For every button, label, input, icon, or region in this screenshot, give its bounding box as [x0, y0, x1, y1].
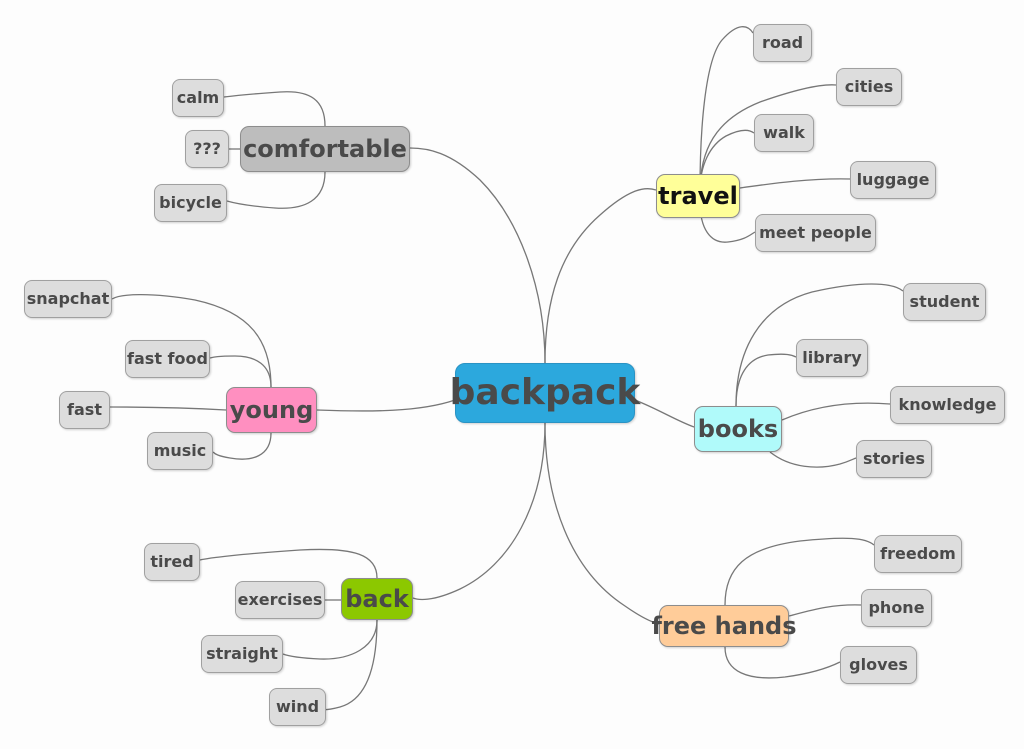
node-label: library — [802, 348, 862, 367]
leaf-node-wind[interactable]: wind — [269, 688, 326, 726]
edge-free-hands-to-phone — [788, 604, 862, 617]
edge-comfortable-to-bicycle — [226, 171, 326, 209]
node-label: back — [345, 585, 409, 613]
edge-root-bottom-to-free-hands — [544, 422, 660, 625]
node-label: wind — [275, 697, 320, 716]
node-label: bicycle — [159, 193, 222, 212]
leaf-node-stories[interactable]: stories — [856, 440, 932, 478]
node-label: meet people — [759, 223, 872, 242]
node-label: comfortable — [243, 135, 407, 163]
node-label: fast — [67, 400, 102, 419]
node-label: freedom — [880, 544, 956, 563]
node-label: stories — [863, 449, 925, 468]
node-label: gloves — [849, 655, 908, 674]
edge-root-top-to-travel — [544, 188, 657, 364]
branch-node-travel[interactable]: travel — [656, 174, 740, 218]
leaf-node-walk[interactable]: walk — [754, 114, 814, 152]
leaf-node-music[interactable]: music — [147, 432, 213, 470]
node-label: backpack — [449, 372, 641, 413]
edge-back-to-straight — [282, 619, 378, 660]
leaf-node-cities[interactable]: cities — [836, 68, 902, 106]
leaf-node-tired[interactable]: tired — [144, 543, 200, 581]
edge-books-to-library — [735, 353, 797, 407]
leaf-node-road[interactable]: road — [753, 24, 812, 62]
leaf-node-freedom[interactable]: freedom — [874, 535, 962, 573]
node-label: luggage — [856, 170, 930, 189]
edge-comfortable-to-calm — [223, 91, 326, 127]
node-label: phone — [868, 598, 925, 617]
node-label: knowledge — [898, 395, 997, 414]
leaf-node-student[interactable]: student — [903, 283, 986, 321]
leaf-node-calm[interactable]: calm — [172, 79, 224, 117]
node-label: free hands — [651, 612, 797, 640]
leaf-node-fast-food[interactable]: fast food — [125, 340, 210, 378]
edge-free-hands-to-gloves — [724, 646, 841, 679]
node-label: walk — [763, 123, 805, 142]
node-label: ??? — [193, 139, 221, 158]
edge-root-right-to-books — [634, 399, 695, 428]
edge-travel-to-luggage — [739, 178, 851, 189]
leaf-node-bicycle[interactable]: bicycle — [154, 184, 227, 222]
node-label: books — [697, 415, 779, 443]
edge-books-to-stories — [769, 451, 857, 468]
branch-node-back[interactable]: back — [341, 578, 413, 620]
edge-root-left-to-young — [316, 399, 456, 412]
leaf-node-luggage[interactable]: luggage — [850, 161, 936, 199]
branch-node-free-hands[interactable]: free hands — [651, 605, 797, 647]
node-label: cities — [844, 77, 894, 96]
node-label: exercises — [237, 590, 323, 609]
node-label: travel — [658, 182, 738, 210]
edge-free-hands-to-freedom — [724, 537, 875, 606]
edge-root-bottom-to-back — [412, 422, 546, 601]
branch-node-books[interactable]: books — [694, 406, 782, 452]
node-label: calm — [176, 88, 220, 107]
leaf-node-phone[interactable]: phone — [861, 589, 932, 627]
leaf-node-straight[interactable]: straight — [201, 635, 283, 673]
mindmap-canvas: backpack travel road cities walk luggage meet … — [0, 0, 1024, 749]
node-label: young — [229, 396, 314, 424]
leaf-node-node[interactable]: ??? — [185, 130, 229, 168]
edge-travel-to-road — [699, 26, 754, 191]
branch-node-comfortable[interactable]: comfortable — [240, 126, 410, 172]
node-label: fast food — [127, 349, 208, 368]
edge-young-to-fast — [109, 406, 227, 411]
leaf-node-fast[interactable]: fast — [59, 391, 110, 429]
root-node-backpack[interactable]: backpack — [450, 363, 640, 423]
node-label: student — [909, 292, 980, 311]
leaf-node-library[interactable]: library — [796, 339, 868, 377]
node-label: road — [761, 33, 804, 52]
leaf-node-exercises[interactable]: exercises — [235, 581, 325, 619]
edge-back-to-tired — [199, 548, 378, 579]
edge-young-to-music — [212, 432, 272, 460]
node-label: tired — [150, 552, 194, 571]
leaf-node-snapchat[interactable]: snapchat — [24, 280, 112, 318]
leaf-node-meet-people[interactable]: meet people — [755, 214, 876, 252]
branch-node-young[interactable]: young — [226, 387, 317, 433]
node-label: straight — [206, 644, 278, 663]
node-label: snapchat — [26, 289, 110, 308]
leaf-node-knowledge[interactable]: knowledge — [890, 386, 1005, 424]
edge-root-top-to-comfortable — [409, 147, 546, 364]
edge-back-to-wind — [321, 619, 378, 711]
leaf-node-gloves[interactable]: gloves — [840, 646, 917, 684]
edge-young-to-fast-food — [209, 355, 272, 388]
node-label: music — [153, 441, 207, 460]
edge-books-to-knowledge — [781, 402, 891, 421]
